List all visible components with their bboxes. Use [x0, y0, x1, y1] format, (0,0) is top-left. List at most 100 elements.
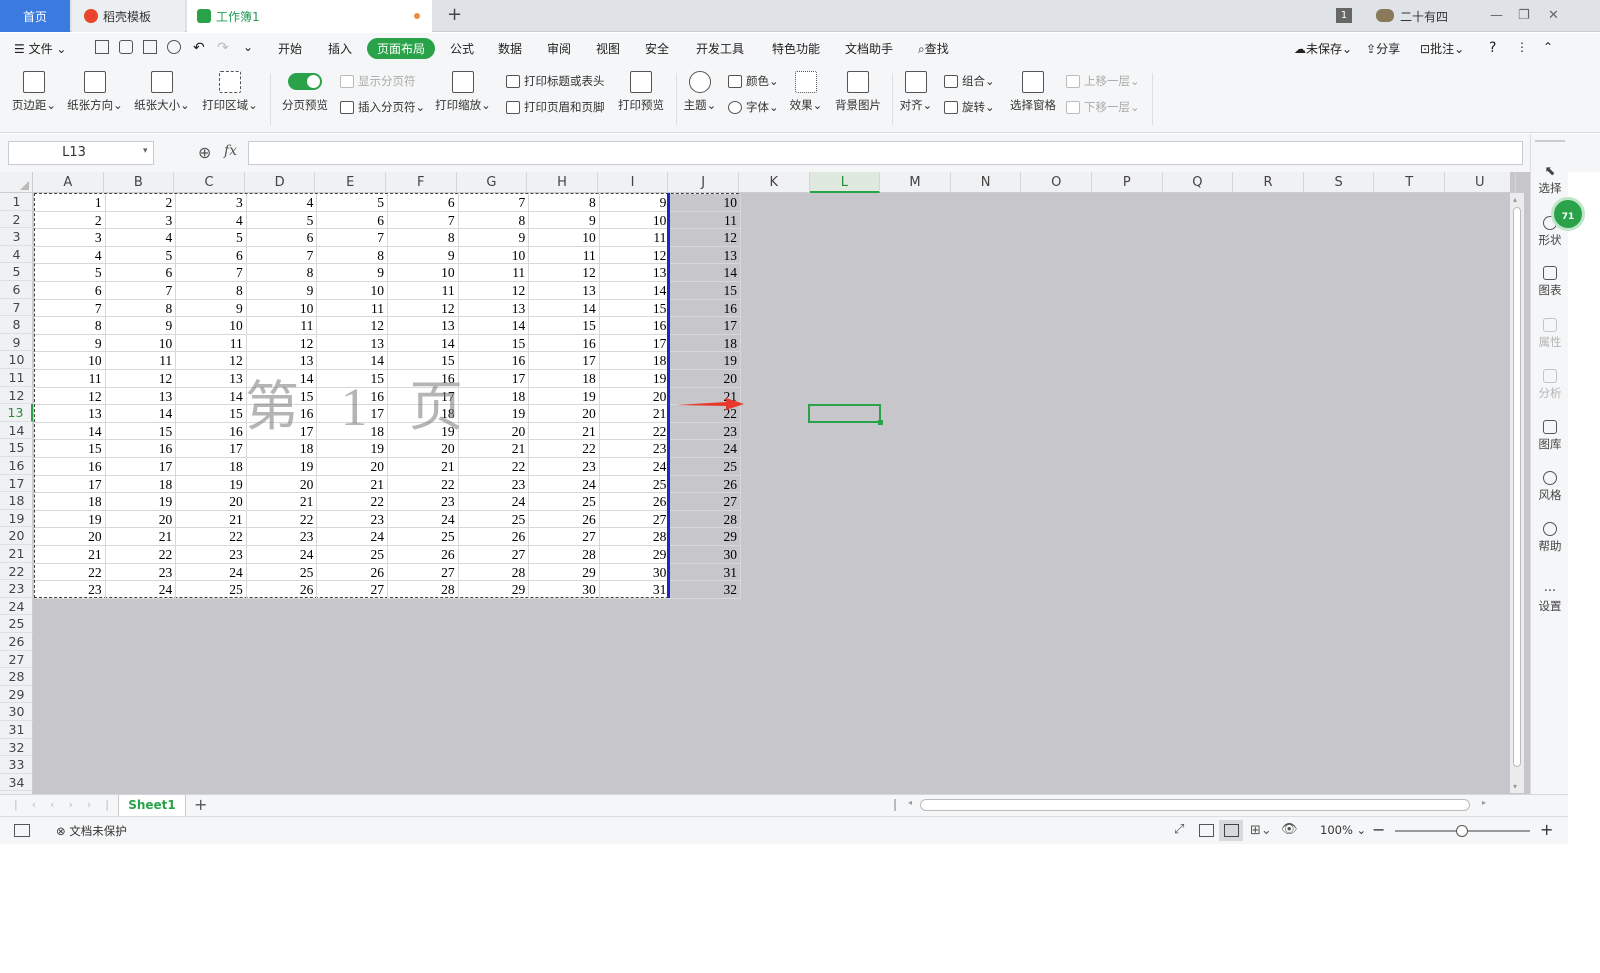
send-backward-button[interactable]: 下移一层 ⌄ [1066, 99, 1140, 115]
cell-F15[interactable]: 20 [388, 440, 459, 458]
cell-G22[interactable]: 28 [458, 563, 530, 582]
sidebar-badge[interactable]: 71 [1551, 197, 1585, 231]
user-name[interactable]: 二十有四 [1400, 8, 1448, 25]
row-header-33[interactable]: 33 [0, 756, 33, 774]
cell-A2[interactable]: 2 [35, 211, 106, 230]
row-header-18[interactable]: 18 [0, 492, 33, 510]
cell-G18[interactable]: 24 [458, 493, 530, 511]
align-button[interactable]: 对齐⌄ [898, 71, 934, 113]
show-page-breaks-checkbox[interactable]: 显示分页符 [340, 73, 416, 89]
row-header-28[interactable]: 28 [0, 668, 33, 686]
cell-D1[interactable]: 4 [246, 194, 318, 212]
cell-C20[interactable]: 22 [176, 528, 247, 546]
cell-A11[interactable]: 11 [35, 370, 106, 388]
cell-D23[interactable]: 26 [246, 581, 318, 599]
zoom-level[interactable]: 100% ⌄ [1320, 823, 1366, 837]
background-image-button[interactable]: 背景图片 [832, 71, 884, 113]
cell-B19[interactable]: 20 [105, 510, 177, 529]
cell-A16[interactable]: 16 [35, 458, 106, 476]
cell-J9[interactable]: 18 [670, 334, 741, 353]
menu-doc-assistant[interactable]: 文档助手 [845, 40, 893, 57]
column-header-K[interactable]: K [739, 172, 810, 193]
name-box-dropdown-icon[interactable]: ▾ [143, 146, 148, 156]
cell-E8[interactable]: 12 [317, 317, 388, 335]
cell-D21[interactable]: 24 [246, 546, 318, 564]
cell-E3[interactable]: 7 [317, 229, 388, 247]
cell-F23[interactable]: 28 [388, 581, 459, 599]
column-header-A[interactable]: A [33, 172, 104, 193]
cell-G5[interactable]: 11 [458, 264, 530, 282]
fonts-button[interactable]: 字体 ⌄ [728, 99, 779, 115]
cell-B15[interactable]: 16 [105, 440, 177, 458]
menu-developer[interactable]: 开发工具 [696, 40, 744, 57]
cell-F18[interactable]: 23 [388, 493, 459, 511]
column-header-J[interactable]: J [668, 172, 739, 193]
unsaved-button[interactable]: ☁未保存⌄ [1294, 40, 1352, 57]
sidebar-properties[interactable]: 属性 [1531, 318, 1569, 350]
row-header-21[interactable]: 21 [0, 545, 33, 563]
cell-I4[interactable]: 12 [599, 246, 671, 265]
cell-E19[interactable]: 23 [317, 510, 388, 529]
cell-D6[interactable]: 9 [246, 282, 318, 300]
cell-G6[interactable]: 12 [458, 282, 530, 300]
cell-F17[interactable]: 22 [388, 475, 459, 494]
row-header-25[interactable]: 25 [0, 615, 33, 633]
row-header-19[interactable]: 19 [0, 510, 33, 528]
row-header-9[interactable]: 9 [0, 334, 33, 352]
row-header-2[interactable]: 2 [0, 211, 33, 229]
cell-H15[interactable]: 22 [529, 440, 600, 458]
cell-D9[interactable]: 12 [246, 334, 318, 353]
cell-A8[interactable]: 8 [35, 317, 106, 335]
cell-C18[interactable]: 20 [176, 493, 247, 511]
print-scaling-button[interactable]: 打印缩放⌄ [434, 71, 492, 113]
column-header-O[interactable]: O [1021, 172, 1092, 193]
cell-F3[interactable]: 8 [388, 229, 459, 247]
tab-home[interactable]: 首页 [0, 0, 70, 32]
row-header-23[interactable]: 23 [0, 580, 33, 598]
restore-icon[interactable]: ❐ [1518, 8, 1530, 23]
cell-C14[interactable]: 16 [176, 422, 247, 441]
cell-H17[interactable]: 24 [529, 475, 600, 494]
cell-I13[interactable]: 21 [599, 405, 671, 423]
cell-G17[interactable]: 23 [458, 475, 530, 494]
cell-D5[interactable]: 8 [246, 264, 318, 282]
cell-F16[interactable]: 21 [388, 458, 459, 476]
cell-I20[interactable]: 28 [599, 528, 671, 546]
column-header-R[interactable]: R [1233, 172, 1304, 193]
fullscreen-icon[interactable]: ⤢ [1174, 822, 1184, 837]
cell-B8[interactable]: 9 [105, 317, 177, 335]
cell-C23[interactable]: 25 [176, 581, 247, 599]
cell-F6[interactable]: 11 [388, 282, 459, 300]
group-button[interactable]: 组合 ⌄ [944, 73, 995, 89]
cell-E15[interactable]: 19 [317, 440, 388, 458]
cell-H7[interactable]: 14 [529, 299, 600, 318]
cell-I2[interactable]: 10 [599, 211, 671, 230]
column-header-P[interactable]: P [1092, 172, 1163, 193]
menu-home[interactable]: 开始 [278, 40, 302, 57]
cell-H20[interactable]: 27 [529, 528, 600, 546]
row-header-5[interactable]: 5 [0, 263, 33, 281]
scroll-right-icon[interactable]: ▸ [1482, 798, 1486, 807]
cell-D15[interactable]: 18 [246, 440, 318, 458]
add-sheet-button[interactable]: + [194, 795, 207, 814]
print-titles-button[interactable]: 打印标题或表头 [506, 73, 605, 89]
row-header-6[interactable]: 6 [0, 281, 33, 299]
column-header-G[interactable]: G [457, 172, 528, 193]
column-header-M[interactable]: M [880, 172, 951, 193]
cell-J23[interactable]: 32 [670, 581, 741, 599]
cell-A9[interactable]: 9 [35, 334, 106, 353]
cell-A23[interactable]: 23 [35, 581, 106, 599]
page-break-line[interactable] [667, 193, 670, 598]
cell-C19[interactable]: 21 [176, 510, 247, 529]
menu-insert[interactable]: 插入 [328, 40, 352, 57]
help-icon[interactable]: ? [1489, 40, 1496, 56]
cell-D22[interactable]: 25 [246, 563, 318, 582]
cell-H16[interactable]: 23 [529, 458, 600, 476]
undo-icon[interactable]: ↶ [193, 40, 205, 56]
cell-B22[interactable]: 23 [105, 563, 177, 582]
cell-B3[interactable]: 4 [105, 229, 177, 247]
column-header-H[interactable]: H [527, 172, 598, 193]
cell-I5[interactable]: 13 [599, 264, 671, 282]
cell-C21[interactable]: 23 [176, 546, 247, 564]
cell-A18[interactable]: 18 [35, 493, 106, 511]
